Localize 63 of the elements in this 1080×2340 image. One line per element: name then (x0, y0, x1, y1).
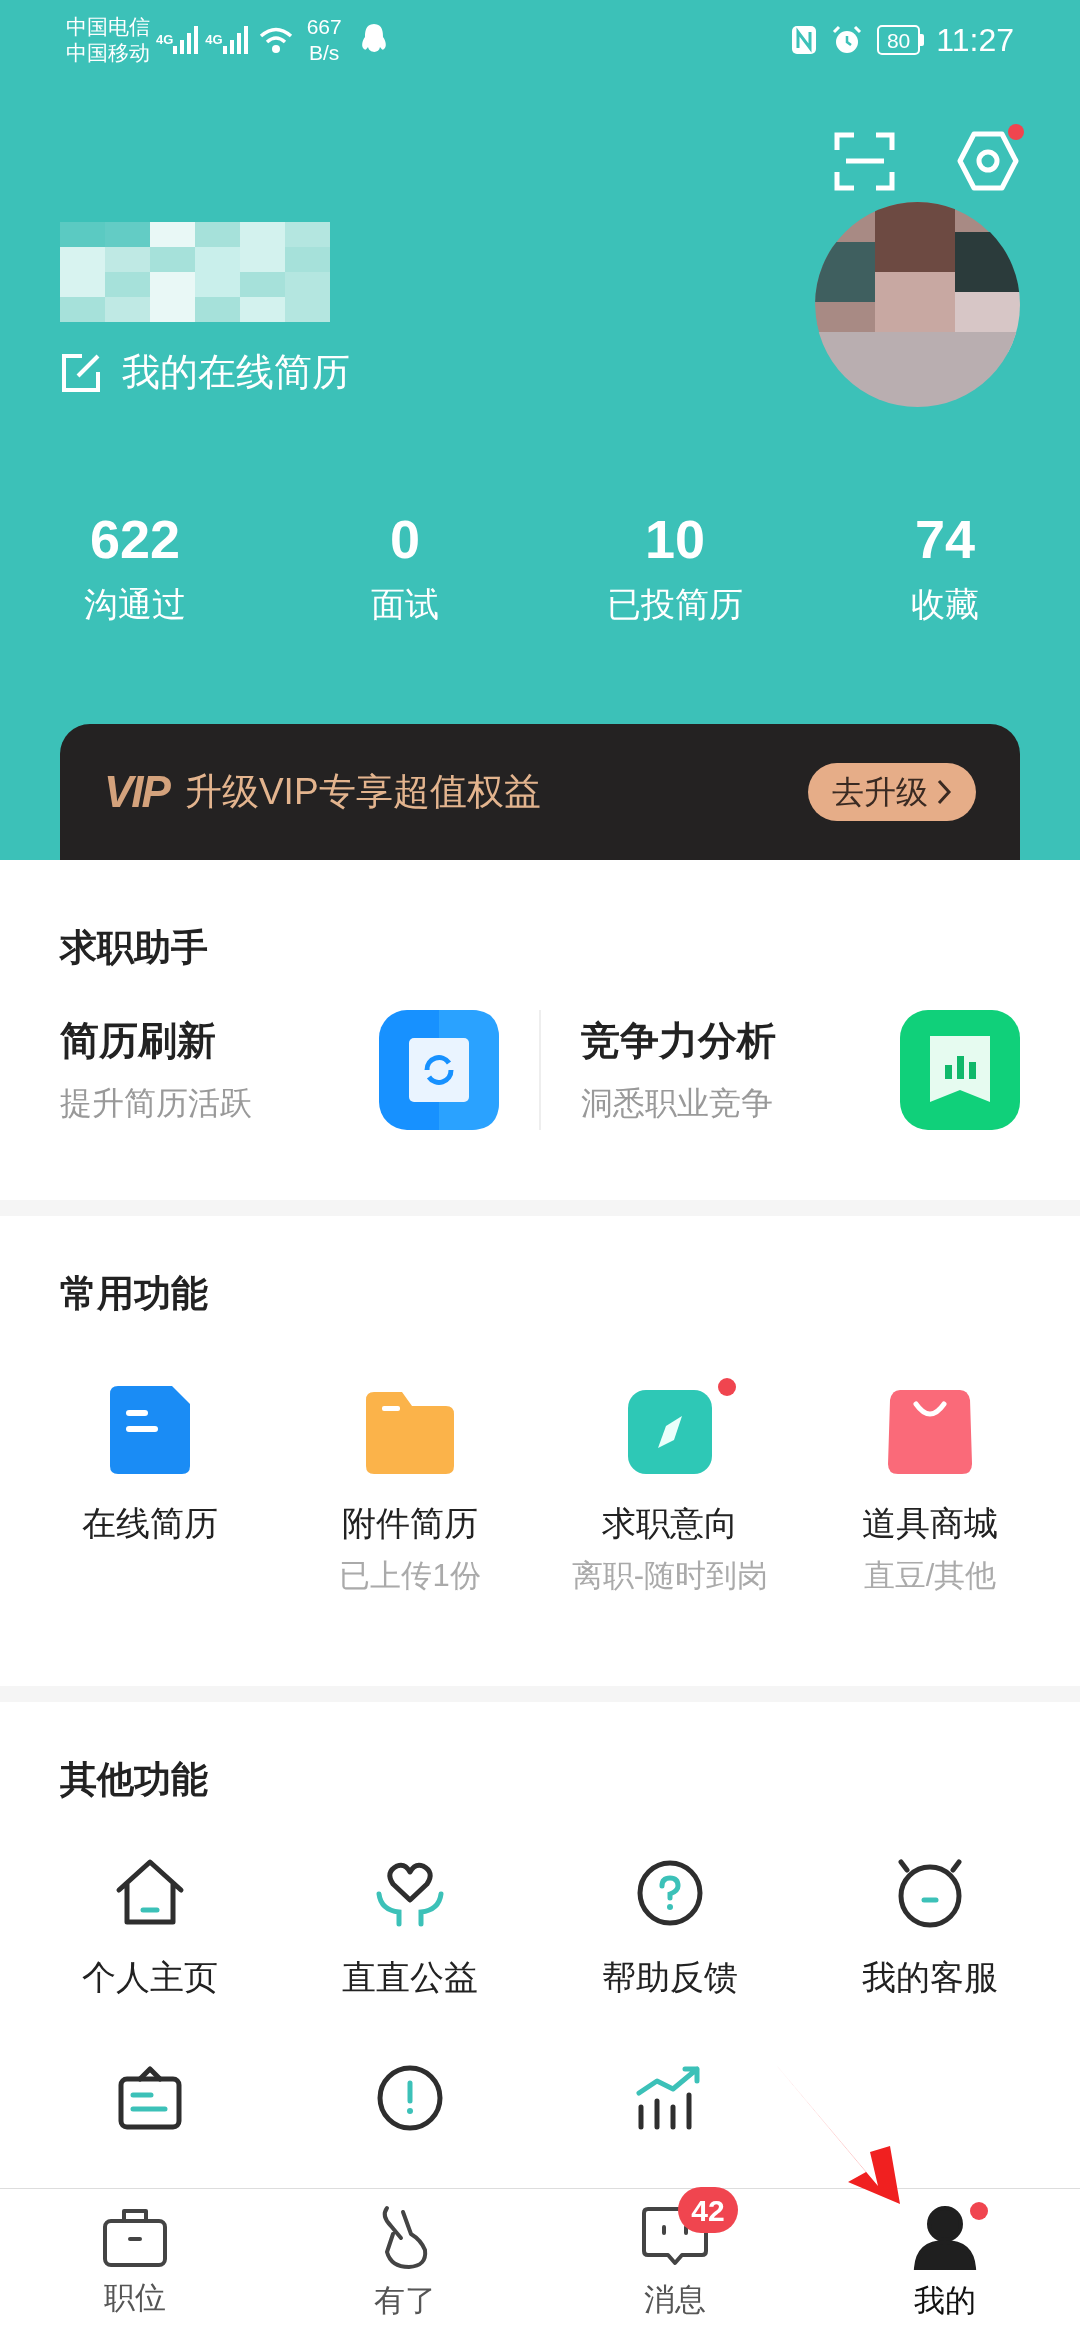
avatar[interactable] (815, 202, 1020, 407)
network-type: 4G (205, 31, 223, 49)
speed-unit: B/s (309, 40, 340, 66)
settings-icon[interactable] (956, 130, 1020, 192)
edit-icon (60, 351, 102, 394)
feature-subtitle: 已上传1份 (339, 1556, 481, 1595)
network-type: 4G (156, 31, 174, 49)
feature-label[interactable]: 个人主页 (82, 1951, 218, 2003)
tool-subtitle: 洞悉职业竞争 (581, 1083, 774, 1123)
refresh-icon (379, 1009, 499, 1130)
unread-badge: 42 (678, 2187, 738, 2234)
tool-subtitle: 提升简历活跃 (60, 1083, 252, 1123)
stat-value: 0 (389, 508, 420, 571)
upgrade-button[interactable]: 去升级 (808, 763, 976, 821)
wifi-icon (258, 26, 293, 54)
section-title: 常用功能 (60, 1273, 208, 1314)
nav-tab[interactable]: 42 消息 (540, 2189, 810, 2340)
vip-promo-text: 升级VIP专享超值权益 (184, 770, 542, 815)
feature-label[interactable]: 直直公益 (342, 1951, 478, 2003)
feature-subtitle: 直豆/其他 (863, 1556, 997, 1595)
signal-icon (173, 26, 200, 54)
shopping-bag-icon (888, 1389, 972, 1474)
compass-icon (628, 1389, 712, 1474)
nav-tab[interactable]: 我的 (810, 2189, 1080, 2340)
feature-label[interactable]: 在线简历 (82, 1497, 218, 1549)
stat-label: 已投简历 (607, 584, 743, 625)
tool-title[interactable]: 竞争力分析 (581, 1012, 776, 1071)
vip-banner[interactable]: VIP 升级VIP专享超值权益 去升级 (60, 724, 1020, 860)
nav-tab[interactable]: 有了 (270, 2189, 540, 2340)
signal-icon (222, 26, 249, 54)
feature-label[interactable]: 帮助反馈 (602, 1951, 738, 2003)
nfc-icon (790, 25, 817, 55)
feature-label[interactable]: 我的客服 (862, 1951, 998, 2003)
folder-icon (366, 1391, 454, 1474)
stat-value: 74 (914, 508, 976, 571)
tool-title[interactable]: 简历刷新 (60, 1012, 252, 1071)
round-face-icon (895, 1857, 965, 1928)
carrier-name: 中国电信 (66, 14, 150, 40)
section-title: 求职助手 (60, 927, 208, 968)
stat-label: 沟通过 (84, 584, 186, 625)
nav-tab[interactable]: 职位 (0, 2189, 270, 2340)
stat-value: 10 (644, 508, 706, 571)
vip-logo: VIP (104, 766, 169, 818)
carrier-name: 中国移动 (66, 40, 150, 66)
feature-subtitle: 离职-随时到岗 (571, 1556, 769, 1595)
feature-label[interactable]: 附件简历 (342, 1497, 478, 1549)
feature-label[interactable]: 求职意向 (602, 1497, 738, 1549)
document-icon (110, 1385, 190, 1474)
stat-label: 收藏 (911, 584, 979, 625)
stat-value: 622 (89, 508, 181, 571)
house-icon (115, 1857, 185, 1928)
chevron-right-icon (936, 778, 952, 806)
stat-label: 面试 (371, 584, 439, 625)
scan-icon[interactable] (834, 130, 896, 192)
person-icon (912, 2204, 978, 2271)
feature-label[interactable]: 道具商城 (862, 1497, 998, 1549)
clock-time: 11:27 (936, 21, 1014, 60)
bar-chart-icon (900, 1009, 1020, 1130)
section-title: 其他功能 (60, 1759, 208, 1800)
network-speed: 667 (306, 14, 342, 40)
alarm-icon (830, 24, 863, 56)
briefcase-icon (102, 2207, 168, 2268)
battery-indicator: 80 (876, 25, 925, 55)
